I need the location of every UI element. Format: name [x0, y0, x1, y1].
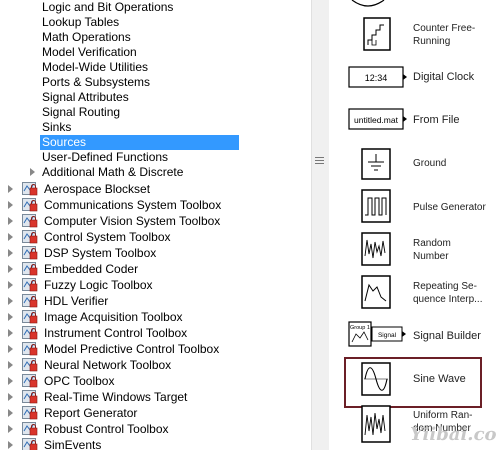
- ground-block-icon[interactable]: [348, 148, 392, 182]
- library-lock-icon: [22, 310, 38, 324]
- library-item-fuzzy-logic-toolbox[interactable]: Fuzzy Logic Toolbox: [44, 277, 153, 293]
- library-lock-icon: [22, 358, 38, 372]
- library-lock-icon: [22, 262, 38, 276]
- expand-arrow-icon[interactable]: [8, 249, 13, 257]
- library-lock-icon: [22, 326, 38, 340]
- library-lock-icon: [22, 294, 38, 308]
- from-file-text: untitled.mat: [354, 115, 399, 125]
- expand-arrow-icon[interactable]: [8, 281, 13, 289]
- library-lock-icon: [22, 438, 38, 450]
- expand-arrow-icon[interactable]: [8, 233, 13, 241]
- library-lock-icon: [22, 406, 38, 420]
- partial-block-icon[interactable]: [348, 0, 388, 8]
- library-tree[interactable]: Logic and Bit Operations Lookup Tables M…: [0, 0, 311, 450]
- library-lock-icon: [22, 230, 38, 244]
- library-lock-icon: [22, 182, 38, 196]
- expand-arrow-icon[interactable]: [8, 425, 13, 433]
- signal-builder-signal-text: Signal: [378, 332, 397, 339]
- library-item-aerospace-blockset[interactable]: Aerospace Blockset: [44, 181, 150, 197]
- vertical-scrollbar[interactable]: [311, 0, 329, 450]
- tree-item-signal-attributes[interactable]: Signal Attributes: [42, 90, 129, 105]
- expand-arrow-icon[interactable]: [8, 441, 13, 449]
- sine-wave-block-icon[interactable]: [348, 362, 392, 398]
- tree-item-sinks[interactable]: Sinks: [42, 120, 71, 135]
- clock-display-text: 12:34: [365, 73, 388, 83]
- uniform-random-number-block-icon[interactable]: [348, 405, 392, 445]
- library-item-computer-vision-system-toolbox[interactable]: Computer Vision System Toolbox: [44, 213, 220, 229]
- expand-arrow-icon[interactable]: [8, 217, 13, 225]
- repeating-sequence-interp-label: Repeating Se- quence Interp...: [413, 281, 483, 305]
- library-item-embedded-coder[interactable]: Embedded Coder: [44, 261, 138, 277]
- pulse-generator-label: Pulse Generator: [413, 202, 486, 213]
- tree-item-ports-subsystems[interactable]: Ports & Subsystems: [42, 75, 150, 90]
- library-lock-icon: [22, 198, 38, 212]
- signal-builder-block-icon[interactable]: Group 1 Signal: [348, 320, 408, 350]
- library-lock-icon: [22, 342, 38, 356]
- library-item-neural-network-toolbox[interactable]: Neural Network Toolbox: [44, 357, 171, 373]
- library-item-image-acquisition-toolbox[interactable]: Image Acquisition Toolbox: [44, 309, 183, 325]
- tree-item-model-verification[interactable]: Model Verification: [42, 45, 137, 60]
- pulse-generator-block-icon[interactable]: [348, 189, 392, 225]
- expand-arrow-icon[interactable]: [8, 313, 13, 321]
- library-lock-icon: [22, 422, 38, 436]
- library-item-control-system-toolbox[interactable]: Control System Toolbox: [44, 229, 171, 245]
- expand-arrow-icon[interactable]: [8, 201, 13, 209]
- from-file-label: From File: [413, 114, 460, 126]
- expand-arrow-icon[interactable]: [8, 329, 13, 337]
- sine-wave-label: Sine Wave: [413, 373, 466, 385]
- random-number-block-icon[interactable]: [348, 232, 392, 268]
- library-lock-icon: [22, 374, 38, 388]
- library-item-instrument-control-toolbox[interactable]: Instrument Control Toolbox: [44, 325, 187, 341]
- expand-arrow-icon[interactable]: [8, 265, 13, 273]
- library-item-model-predictive-control-toolbox[interactable]: Model Predictive Control Toolbox: [44, 341, 219, 357]
- expand-arrow-icon[interactable]: [8, 345, 13, 353]
- repeating-sequence-interp-block-icon[interactable]: [348, 275, 392, 311]
- expand-arrow-icon[interactable]: [30, 168, 35, 176]
- library-item-hdl-verifier[interactable]: HDL Verifier: [44, 293, 108, 309]
- library-lock-icon: [22, 246, 38, 260]
- tree-item-additional-math-discrete[interactable]: Additional Math & Discrete: [42, 165, 183, 180]
- expand-arrow-icon[interactable]: [8, 185, 13, 193]
- library-item-simevents[interactable]: SimEvents: [44, 437, 101, 450]
- digital-clock-label: Digital Clock: [413, 71, 475, 83]
- expand-arrow-icon[interactable]: [8, 377, 13, 385]
- library-item-robust-control-toolbox[interactable]: Robust Control Toolbox: [44, 421, 169, 437]
- tree-item-math-operations[interactable]: Math Operations: [42, 30, 131, 45]
- library-item-real-time-windows-target[interactable]: Real-Time Windows Target: [44, 389, 187, 405]
- signal-builder-group-text: Group 1: [350, 325, 370, 331]
- expand-arrow-icon[interactable]: [8, 297, 13, 305]
- from-file-block-icon[interactable]: untitled.mat: [348, 108, 408, 132]
- tree-item-sources-selected[interactable]: Sources: [40, 135, 239, 150]
- ground-label: Ground: [413, 158, 447, 169]
- tree-item-user-defined-functions[interactable]: User-Defined Functions: [42, 150, 168, 165]
- library-lock-icon: [22, 214, 38, 228]
- counter-free-running-label: Counter Free- Running: [413, 23, 476, 47]
- library-item-report-generator[interactable]: Report Generator: [44, 405, 137, 421]
- tree-item-model-wide-utilities[interactable]: Model-Wide Utilities: [42, 60, 148, 75]
- signal-builder-label: Signal Builder: [413, 330, 481, 342]
- tree-item-logic-bit-ops[interactable]: Logic and Bit Operations: [42, 0, 173, 15]
- library-lock-icon: [22, 278, 38, 292]
- counter-free-running-block-icon[interactable]: [348, 17, 392, 53]
- digital-clock-block-icon[interactable]: 12:34: [348, 66, 408, 90]
- library-lock-icon: [22, 390, 38, 404]
- tree-item-lookup-tables[interactable]: Lookup Tables: [42, 15, 119, 30]
- scroll-grip-icon[interactable]: [315, 157, 324, 166]
- tree-item-signal-routing[interactable]: Signal Routing: [42, 105, 120, 120]
- expand-arrow-icon[interactable]: [8, 361, 13, 369]
- library-item-dsp-system-toolbox[interactable]: DSP System Toolbox: [44, 245, 156, 261]
- library-item-opc-toolbox[interactable]: OPC Toolbox: [44, 373, 114, 389]
- expand-arrow-icon[interactable]: [8, 409, 13, 417]
- library-item-communications-system-toolbox[interactable]: Communications System Toolbox: [44, 197, 221, 213]
- expand-arrow-icon[interactable]: [8, 393, 13, 401]
- random-number-label: Random Number: [413, 238, 451, 262]
- watermark: Yiibai.com: [410, 424, 497, 445]
